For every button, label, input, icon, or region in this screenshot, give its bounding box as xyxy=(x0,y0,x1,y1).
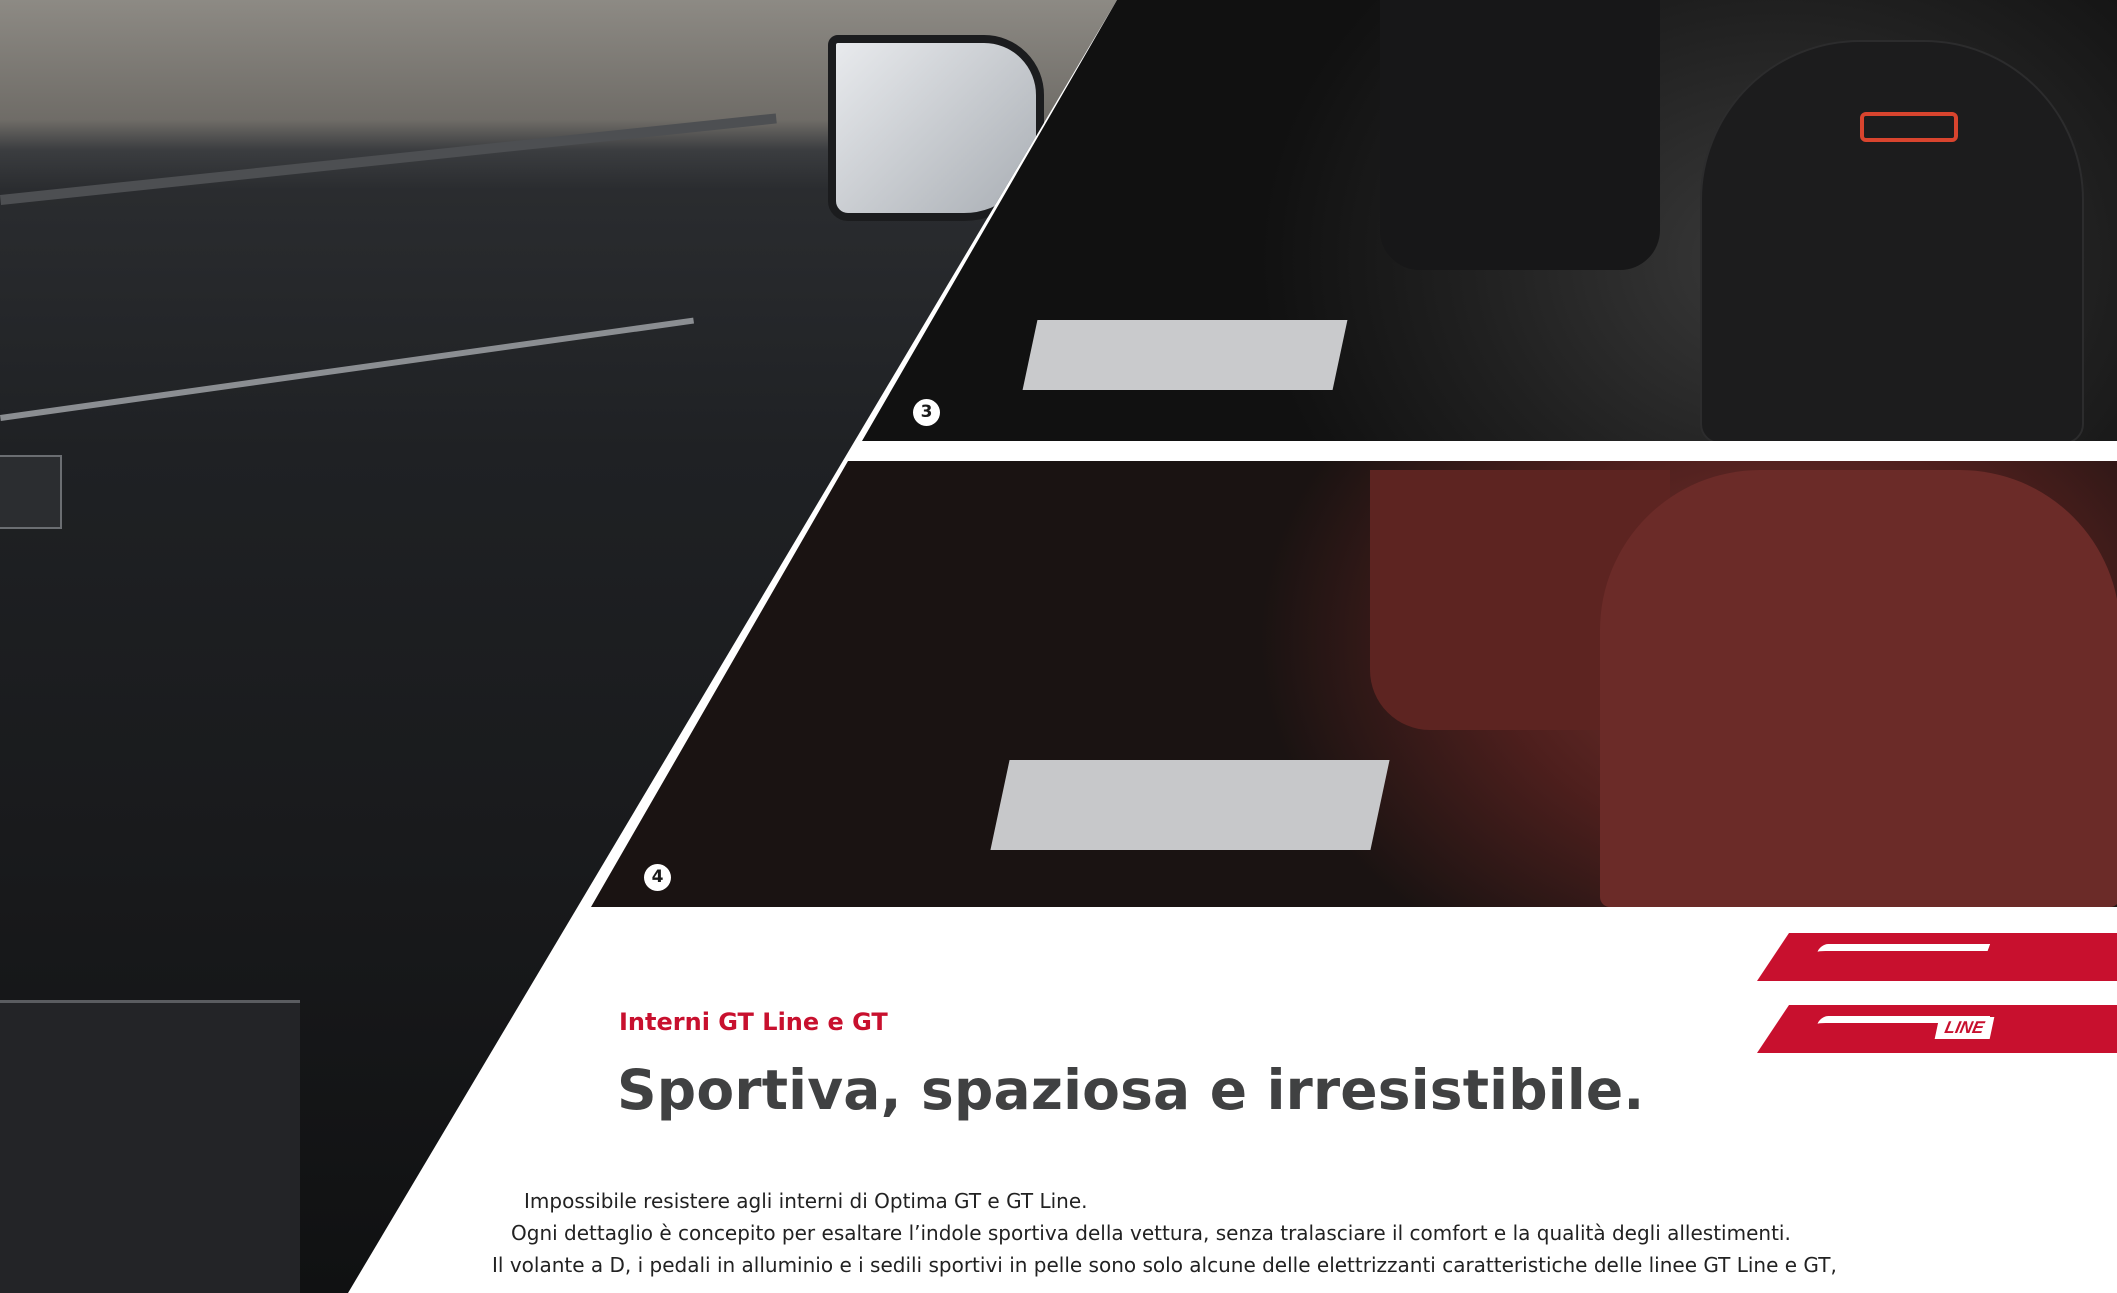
line-badge: LINE xyxy=(1934,1017,1995,1039)
body-line: Ogni dettaglio è concepito per esaltare … xyxy=(511,1221,1791,1245)
rear-seat xyxy=(1380,0,1660,270)
gear-console xyxy=(1022,320,1348,390)
air-vent xyxy=(0,455,62,529)
gt-embroidery xyxy=(1860,112,1958,142)
sport-seat xyxy=(1700,40,2084,441)
dashboard-chrome-line xyxy=(0,317,695,421)
center-console xyxy=(0,1000,300,1293)
sport-seat xyxy=(1600,470,2117,907)
section-label: Interni GT Line e GT xyxy=(619,1008,888,1036)
photo-number-badge: 3 xyxy=(913,399,940,426)
gt-logo-mark xyxy=(1809,944,1991,973)
body-line: Impossibile resistere agli interni di Op… xyxy=(524,1189,1088,1213)
gear-console xyxy=(990,760,1390,850)
body-line: Il volante a D, i pedali in alluminio e … xyxy=(492,1253,1837,1277)
dashboard-trim xyxy=(0,113,777,205)
gt-line-logo-tab: LINE xyxy=(1757,1005,2117,1053)
page-headline: Sportiva, spaziosa e irresistibile. xyxy=(617,1058,1645,1122)
gt-logo-tab xyxy=(1757,933,2117,981)
photo-number-badge: 4 xyxy=(644,864,671,891)
